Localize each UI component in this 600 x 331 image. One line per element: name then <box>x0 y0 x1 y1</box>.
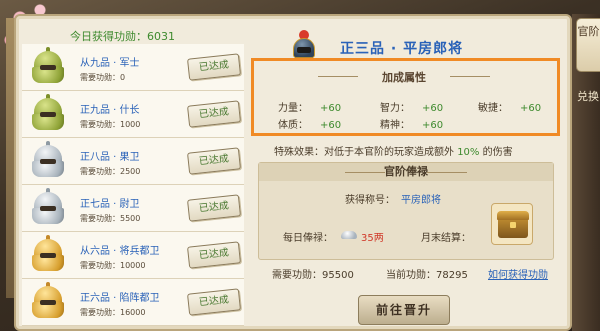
daily-salary-amount: 35两 <box>361 233 384 244</box>
current-rank-title: 正三品 · 平房郎将 <box>340 41 464 57</box>
rank-row[interactable]: 正九品 · 什长 需要功勋：1000 已达成 <box>22 91 244 138</box>
achieved-stamp: 已达成 <box>186 241 242 269</box>
green-helmet-icon <box>28 47 68 87</box>
rank-name: 正七品 · 尉卫 <box>80 199 140 210</box>
achieved-stamp: 已达成 <box>186 194 242 222</box>
required-merit: 需要功勋：95500 <box>272 270 354 281</box>
attr-agility: 敏捷： +60 <box>478 103 542 114</box>
how-to-earn-merit-link[interactable]: 如何获得功勋 <box>488 266 548 281</box>
rank-name: 正八品 · 果卫 <box>80 152 140 163</box>
rank-name: 正九品 · 什长 <box>80 105 140 116</box>
rank-row[interactable]: 从九品 · 军士 需要功勋：0 已达成 <box>22 44 244 91</box>
salary-header: 官阶俸禄 <box>259 163 553 181</box>
attr-strength: 力量： +60 <box>278 103 342 114</box>
treasure-chest-icon[interactable] <box>491 203 533 245</box>
daily-salary-label: 每日俸禄： <box>283 233 333 244</box>
bonus-attributes-box: 加成属性 力量： +60 智力： +60 敏捷： +60 体质： +60 精神： +60 <box>251 58 560 136</box>
current-merit: 当前功勋：78295 <box>386 270 468 281</box>
granted-title: 获得称号： 平房郎将 <box>345 195 441 206</box>
game-window: 今日获得功勋：6031 从九品 · 军士 需要功勋：0 已达成 正九品 · 什长… <box>0 0 600 331</box>
salary-box: 官阶俸禄 获得称号： 平房郎将 每日俸禄： 35两 月末结算： <box>258 162 554 260</box>
rank-name: 从六品 · 将兵都卫 <box>80 246 160 257</box>
bonus-attributes-header: 加成属性 <box>318 69 490 84</box>
rank-row[interactable]: 正六品 · 陷阵都卫 需要功勋：16000 已达成 <box>22 279 244 326</box>
silver-helmet-icon <box>28 141 68 181</box>
silver-ingot-icon <box>339 227 359 241</box>
rank-name: 正六品 · 陷阵都卫 <box>80 293 160 304</box>
monthly-settlement-label: 月末结算： <box>421 233 471 244</box>
rank-row[interactable]: 正八品 · 果卫 需要功勋：2500 已达成 <box>22 138 244 185</box>
rank-requirement: 需要功勋：16000 <box>80 308 146 317</box>
rank-row[interactable]: 从六品 · 将兵都卫 需要功勋：10000 已达成 <box>22 232 244 279</box>
gold-helmet-icon <box>28 282 68 322</box>
rank-requirement: 需要功勋：2500 <box>80 167 141 176</box>
today-merit: 今日获得功勋：6031 <box>70 28 230 44</box>
rank-name: 从九品 · 军士 <box>80 58 140 69</box>
silver-helmet-icon <box>28 188 68 228</box>
rank-requirement: 需要功勋：0 <box>80 73 126 82</box>
rank-requirement: 需要功勋：10000 <box>80 261 146 270</box>
attr-spirit: 精神： +60 <box>380 120 444 131</box>
tab-rank[interactable]: 官阶 <box>576 18 600 72</box>
green-helmet-icon <box>28 94 68 134</box>
special-effect: 特殊效果：对低于本官阶的玩家造成额外 10% 的伤害 <box>274 147 513 158</box>
tab-exchange[interactable]: 兑换 <box>576 84 600 120</box>
rank-list[interactable]: 从九品 · 军士 需要功勋：0 已达成 正九品 · 什长 需要功勋：1000 已… <box>22 44 244 331</box>
go-promote-button[interactable]: 前往晋升 <box>358 295 450 325</box>
achieved-stamp: 已达成 <box>186 288 242 316</box>
achieved-stamp: 已达成 <box>186 147 242 175</box>
attr-constitution: 体质： +60 <box>278 120 342 131</box>
today-merit-value: 6031 <box>147 30 175 43</box>
rank-requirement: 需要功勋：5500 <box>80 214 141 223</box>
attr-intelligence: 智力： +60 <box>380 103 444 114</box>
rank-requirement: 需要功勋：1000 <box>80 120 141 129</box>
rank-row[interactable]: 正七品 · 尉卫 需要功勋：5500 已达成 <box>22 185 244 232</box>
gold-helmet-icon <box>28 235 68 275</box>
achieved-stamp: 已达成 <box>186 53 242 81</box>
today-merit-label: 今日获得功勋： <box>70 30 147 43</box>
achieved-stamp: 已达成 <box>186 100 242 128</box>
